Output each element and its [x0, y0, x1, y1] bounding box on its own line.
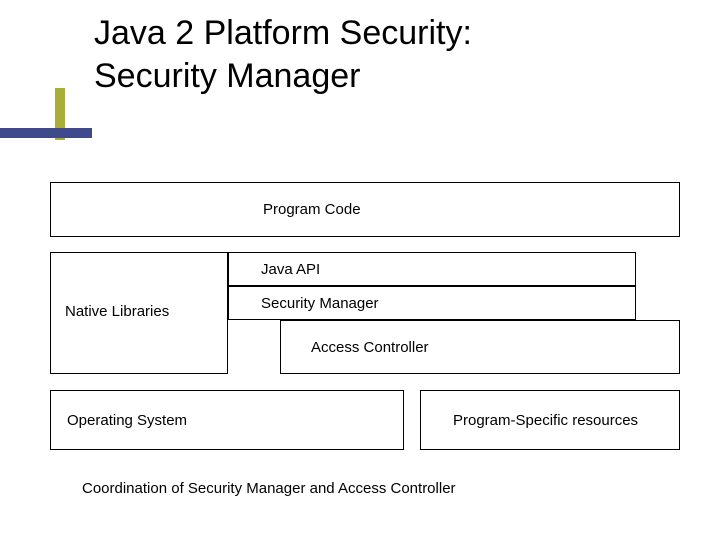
- label-program-specific-resources: Program-Specific resources: [453, 412, 638, 429]
- box-program-specific-resources: Program-Specific resources: [420, 390, 680, 450]
- slide: Java 2 Platform Security: Security Manag…: [0, 0, 720, 540]
- caption: Coordination of Security Manager and Acc…: [82, 480, 456, 497]
- box-native-libraries: Native Libraries: [50, 252, 228, 374]
- label-security-manager: Security Manager: [261, 295, 379, 312]
- label-native-libraries: Native Libraries: [65, 303, 169, 320]
- label-operating-system: Operating System: [67, 412, 187, 429]
- title-accent-horizontal: [0, 128, 92, 138]
- box-security-manager: Security Manager: [228, 286, 636, 320]
- box-program-code: Program Code: [50, 182, 680, 237]
- slide-title: Java 2 Platform Security: Security Manag…: [94, 12, 472, 97]
- label-access-controller: Access Controller: [311, 339, 429, 356]
- label-java-api: Java API: [261, 261, 320, 278]
- box-operating-system: Operating System: [50, 390, 404, 450]
- label-program-code: Program Code: [263, 201, 361, 218]
- box-java-api: Java API: [228, 252, 636, 286]
- box-access-controller: Access Controller: [280, 320, 680, 374]
